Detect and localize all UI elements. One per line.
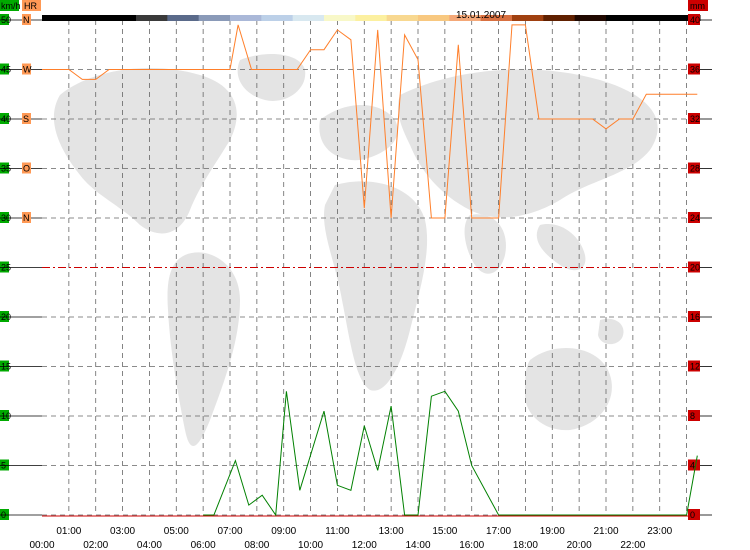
right-tick-label: 32 bbox=[690, 114, 700, 124]
unit-mm: mm bbox=[690, 1, 705, 11]
right-tick-label: 0 bbox=[690, 510, 695, 520]
direction-label: N bbox=[23, 15, 30, 25]
color-bar-segment bbox=[42, 15, 74, 21]
x-tick-label-row2: 20:00 bbox=[567, 540, 592, 550]
wind-direction-labels: N W S O N bbox=[22, 14, 32, 223]
x-tick-label-row1: 21:00 bbox=[593, 526, 618, 537]
right-tick-label: 28 bbox=[690, 164, 700, 174]
direction-label: N bbox=[23, 213, 30, 223]
color-bar-segment bbox=[574, 15, 607, 21]
color-bar-segment bbox=[230, 15, 262, 21]
right-tick-label: 20 bbox=[690, 263, 700, 273]
right-tick-label: 16 bbox=[690, 312, 700, 322]
right-tick-label: 24 bbox=[690, 213, 700, 223]
x-tick-label-row2: 22:00 bbox=[620, 540, 645, 550]
color-bar-segment bbox=[324, 15, 356, 21]
color-bar-segment bbox=[637, 15, 670, 21]
right-tick-label: 8 bbox=[690, 411, 695, 421]
x-tick-label-row2: 12:00 bbox=[352, 540, 377, 550]
color-bar-segment bbox=[418, 15, 450, 21]
x-tick-label-row1: 01:00 bbox=[56, 526, 81, 537]
color-bar-segment bbox=[198, 15, 231, 21]
direction-label: O bbox=[23, 164, 30, 174]
x-tick-label-row2: 16:00 bbox=[459, 540, 484, 550]
x-tick-label-row1: 13:00 bbox=[379, 526, 404, 537]
direction-label: W bbox=[23, 65, 32, 75]
color-bar-segment bbox=[167, 15, 200, 21]
color-bar-segment bbox=[104, 15, 137, 21]
chart-date: 15.01.2007 bbox=[456, 10, 506, 21]
left-axis-labels: 05101520253035404550 bbox=[0, 14, 42, 520]
x-axis-labels: 01:00 03:00 05:00 07:00 09:00 11:00 13:00 15:00… bbox=[29, 526, 672, 550]
x-tick-label-row2: 18:00 bbox=[513, 540, 538, 550]
right-tick-label: 12 bbox=[690, 362, 700, 372]
color-bar-segment bbox=[543, 15, 576, 21]
unit-kmh: km/h bbox=[1, 1, 21, 11]
color-bar-segment bbox=[355, 15, 388, 21]
unit-hr: HR bbox=[24, 1, 37, 11]
color-bar-segment bbox=[512, 15, 544, 21]
x-tick-label-row2: 00:00 bbox=[29, 540, 54, 550]
x-tick-label-row2: 06:00 bbox=[191, 540, 216, 550]
color-bar-segment bbox=[73, 15, 106, 21]
x-tick-label-row1: 15:00 bbox=[432, 526, 457, 537]
color-bar-segment bbox=[386, 15, 419, 21]
right-tick-label: 36 bbox=[690, 65, 700, 75]
x-tick-label-row1: 23:00 bbox=[647, 526, 672, 537]
color-bar-segment bbox=[292, 15, 325, 21]
color-bar-segment bbox=[606, 15, 638, 21]
x-tick-label-row2: 10:00 bbox=[298, 540, 323, 550]
x-tick-label-row1: 03:00 bbox=[110, 526, 135, 537]
color-bar-segment bbox=[136, 15, 168, 21]
series-line-1 bbox=[203, 390, 698, 517]
right-tick-label: 40 bbox=[690, 15, 700, 25]
direction-label: S bbox=[23, 114, 29, 124]
x-tick-label-row1: 17:00 bbox=[486, 526, 511, 537]
x-tick-label-row1: 09:00 bbox=[271, 526, 296, 537]
x-tick-label-row1: 11:00 bbox=[325, 526, 350, 537]
weather-chart: 15.01.2007 05101520253035404550 NWSON 04… bbox=[0, 0, 712, 550]
right-tick-label: 4 bbox=[690, 461, 695, 471]
right-axis-labels: 0 4 8 12 16 20 24 28 32 36 40 bbox=[688, 14, 712, 520]
x-tick-label-row2: 02:00 bbox=[83, 540, 108, 550]
color-bar-segment bbox=[261, 15, 294, 21]
x-tick-label-row2: 08:00 bbox=[244, 540, 269, 550]
x-tick-label-row1: 05:00 bbox=[164, 526, 189, 537]
x-tick-label-row2: 04:00 bbox=[137, 540, 162, 550]
x-tick-label-row2: 14:00 bbox=[405, 540, 430, 550]
x-tick-label-row1: 19:00 bbox=[540, 526, 565, 537]
date-color-bar bbox=[42, 15, 701, 21]
x-tick-label-row1: 07:00 bbox=[217, 526, 242, 537]
world-map-background bbox=[53, 54, 658, 447]
